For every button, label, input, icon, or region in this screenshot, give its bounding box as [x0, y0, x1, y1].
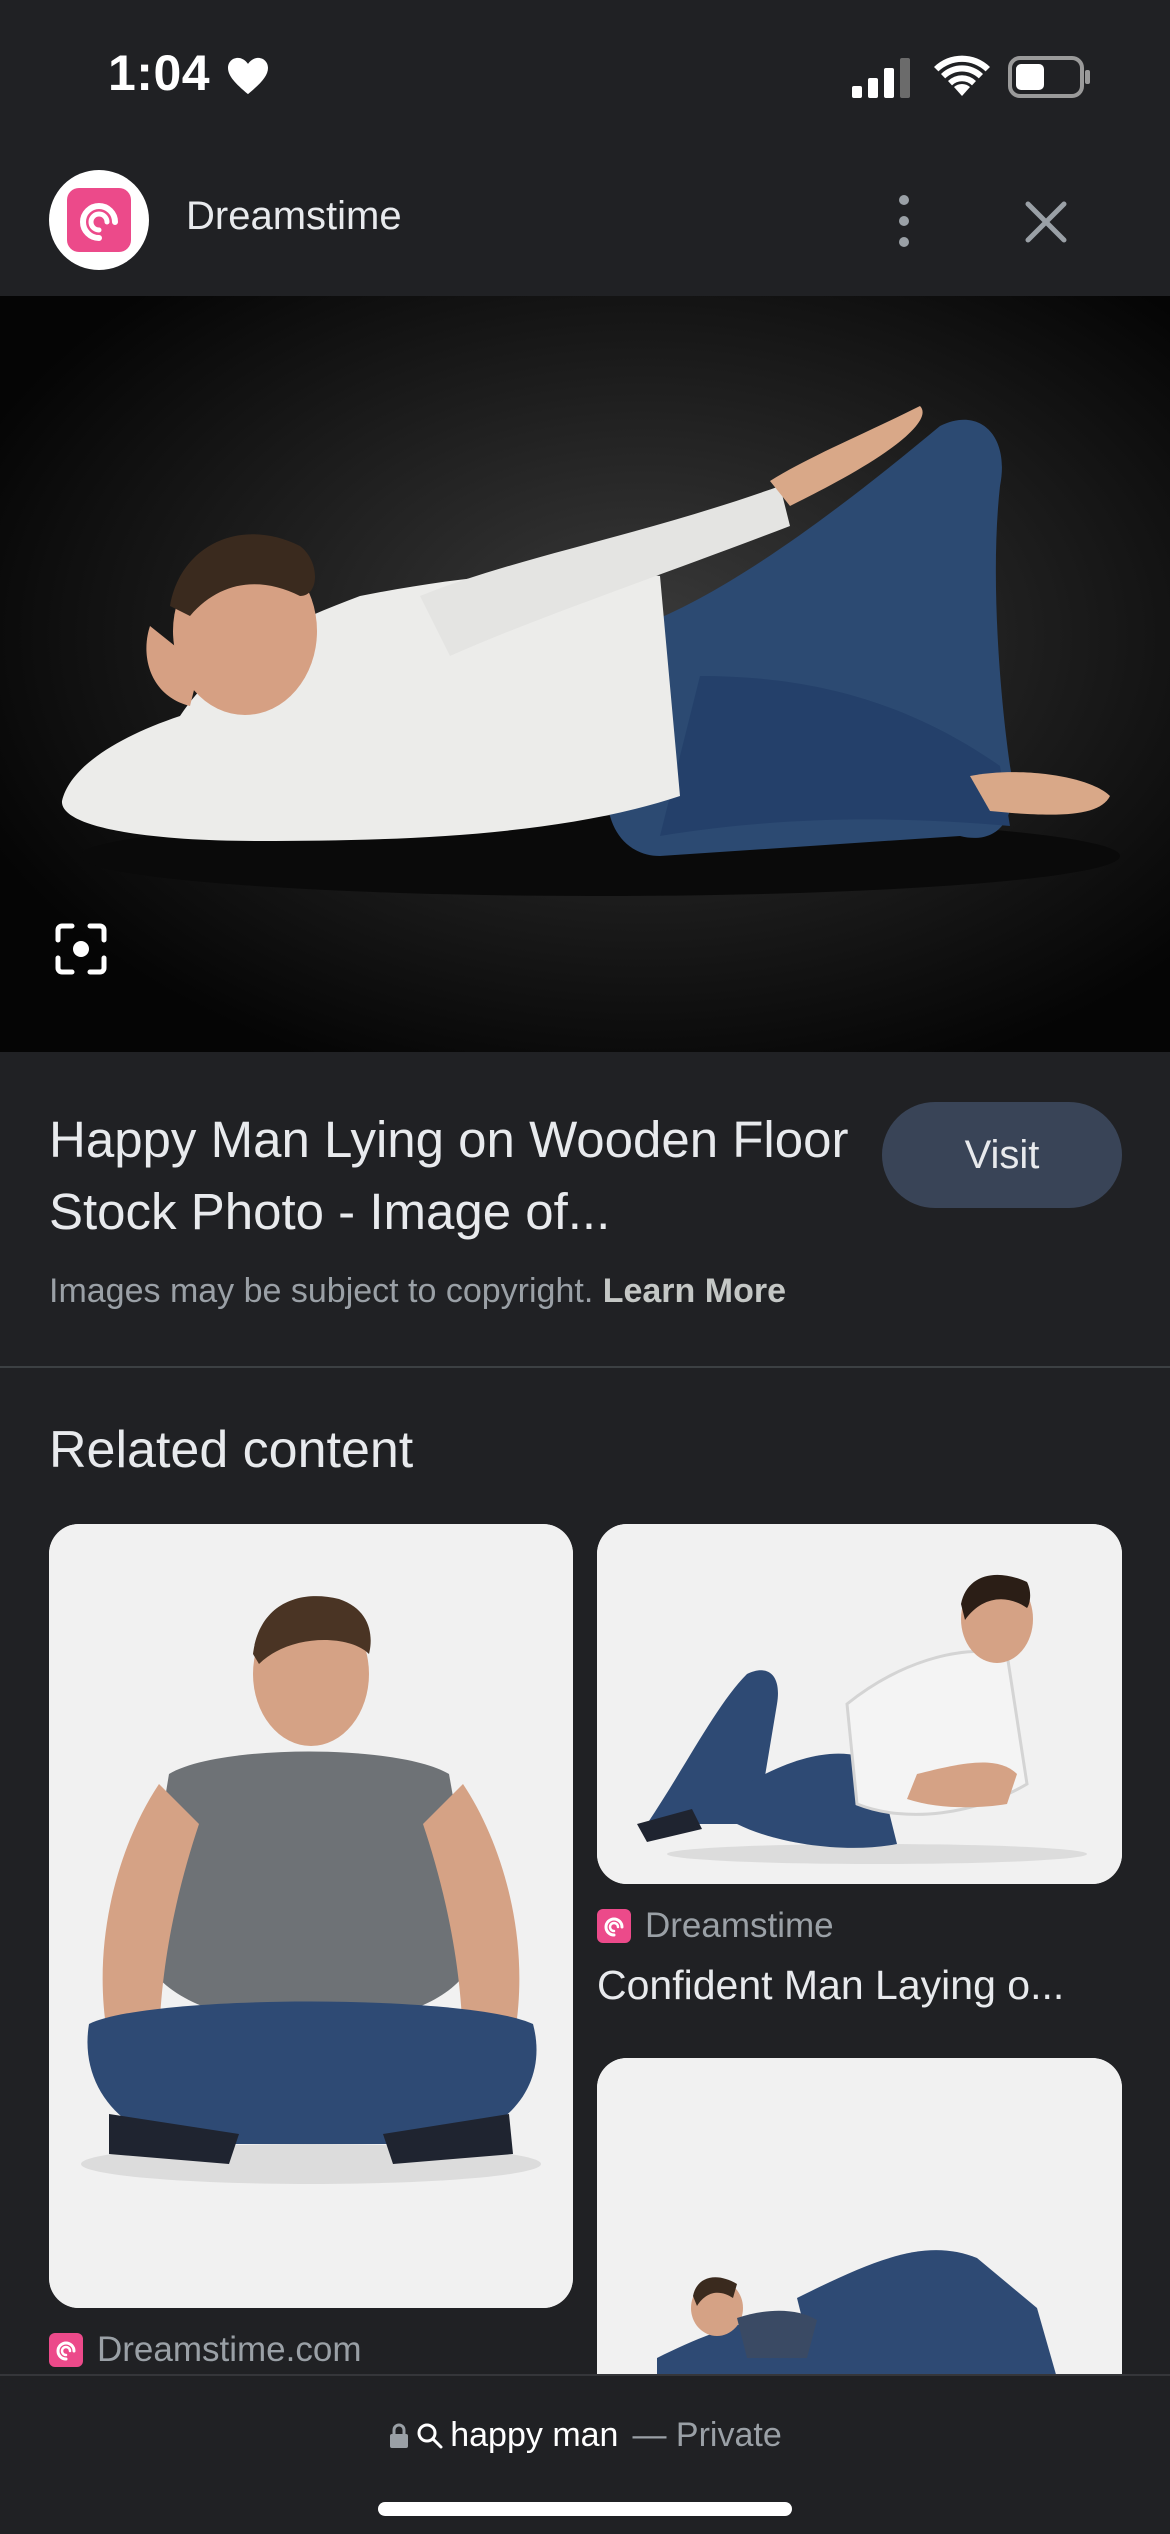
address-row[interactable]: happy man — Private — [0, 2416, 1170, 2455]
preview-image[interactable] — [0, 296, 1170, 1052]
related-card-image-3[interactable] — [597, 2058, 1122, 2378]
private-label: Private — [675, 2416, 782, 2454]
home-indicator[interactable] — [378, 2502, 792, 2516]
site-name[interactable]: Dreamstime — [186, 194, 402, 239]
lock-icon — [390, 2423, 409, 2448]
related-source-2[interactable]: Dreamstime — [597, 1906, 834, 1946]
related-card-title-2[interactable]: Confident Man Laying o... — [597, 1962, 1122, 2009]
related-photo-3 — [597, 2058, 1122, 2378]
dreamstime-logo-icon — [49, 2333, 83, 2367]
search-icon — [417, 2423, 443, 2448]
related-photo-2 — [597, 1524, 1122, 1884]
related-card-image-2[interactable] — [597, 1524, 1122, 1884]
wifi-icon — [934, 55, 990, 96]
battery-icon — [1008, 56, 1090, 98]
related-source-1[interactable]: Dreamstime.com — [49, 2330, 361, 2370]
related-source-label: Dreamstime.com — [97, 2330, 362, 2369]
related-content-heading: Related content — [49, 1421, 414, 1479]
result-title[interactable]: Happy Man Lying on Wooden Floor Stock Ph… — [49, 1104, 849, 1248]
google-lens-icon[interactable] — [52, 920, 110, 978]
visit-button[interactable]: Visit — [882, 1102, 1122, 1208]
section-divider — [0, 1366, 1170, 1368]
close-icon[interactable] — [1016, 192, 1076, 252]
signal-icon — [852, 58, 910, 98]
more-vert-icon[interactable] — [874, 186, 934, 256]
learn-more-link[interactable]: Learn More — [603, 1272, 786, 1310]
copyright-notice: Images may be subject to copyright. Lear… — [49, 1272, 786, 1311]
heart-icon — [228, 57, 268, 95]
dreamstime-logo-icon — [597, 1909, 631, 1943]
separator: — — [632, 2416, 667, 2454]
app-header: Dreamstime — [0, 150, 1170, 296]
search-query: happy man — [450, 2416, 619, 2454]
status-time: 1:04 — [108, 45, 211, 101]
related-card-image-1[interactable] — [49, 1524, 573, 2308]
copyright-text: Images may be subject to copyright. — [49, 1272, 594, 1310]
status-bar: 1:04 — [0, 0, 1170, 150]
private-mode-label: — Private — [632, 2416, 781, 2455]
address-bar[interactable]: happy man — Private — [0, 2374, 1170, 2534]
dreamstime-logo-icon[interactable] — [49, 170, 149, 270]
related-source-label: Dreamstime — [645, 1906, 834, 1945]
related-photo-1 — [49, 1524, 573, 2308]
preview-photo — [61, 406, 1120, 896]
